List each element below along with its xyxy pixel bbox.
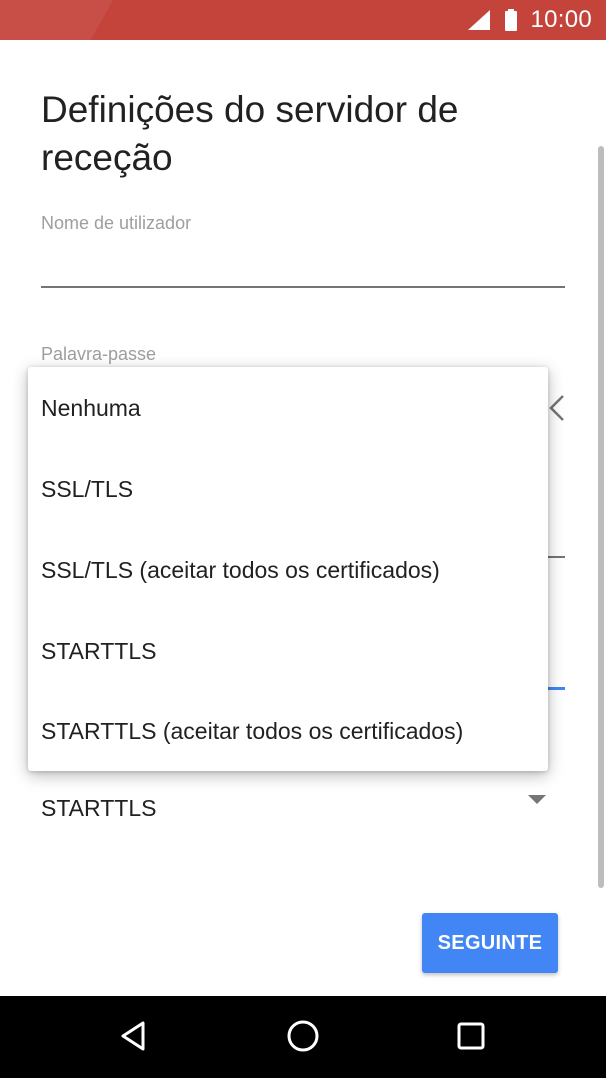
status-icons: 10:00: [466, 0, 592, 40]
dropdown-option-ssl-tls[interactable]: SSL/TLS: [28, 449, 548, 529]
chevron-down-icon[interactable]: [528, 795, 546, 804]
signal-icon: [468, 10, 491, 30]
navigation-bar: [0, 996, 606, 1078]
username-label: Nome de utilizador: [41, 213, 192, 233]
home-icon[interactable]: [283, 1016, 323, 1056]
security-type-spinner[interactable]: STARTTLS: [41, 795, 156, 822]
battery-icon: [505, 9, 518, 31]
dropdown-option-starttls-all-certs[interactable]: STARTTLS (aceitar todos os certificados): [28, 691, 548, 771]
security-type-dropdown: Nenhuma SSL/TLS SSL/TLS (aceitar todos o…: [28, 367, 548, 771]
status-time: 10:00: [530, 6, 592, 33]
username-field[interactable]: [41, 286, 565, 288]
status-bar-decoration: [0, 0, 260, 40]
back-icon[interactable]: [114, 1016, 154, 1056]
page-title: Definições do servidor de receção: [41, 89, 459, 178]
scrollbar[interactable]: [598, 146, 604, 888]
dropdown-option-ssl-tls-all-certs[interactable]: SSL/TLS (aceitar todos os certificados): [28, 530, 548, 610]
password-visibility-chevron-icon[interactable]: [545, 392, 567, 424]
status-bar: 10:00: [0, 0, 606, 40]
recents-icon[interactable]: [451, 1016, 491, 1056]
dropdown-option-none[interactable]: Nenhuma: [28, 368, 548, 448]
dropdown-option-starttls[interactable]: STARTTLS: [28, 611, 548, 691]
password-label: Palavra-passe: [41, 344, 157, 364]
next-button[interactable]: SEGUINTE: [422, 913, 558, 973]
